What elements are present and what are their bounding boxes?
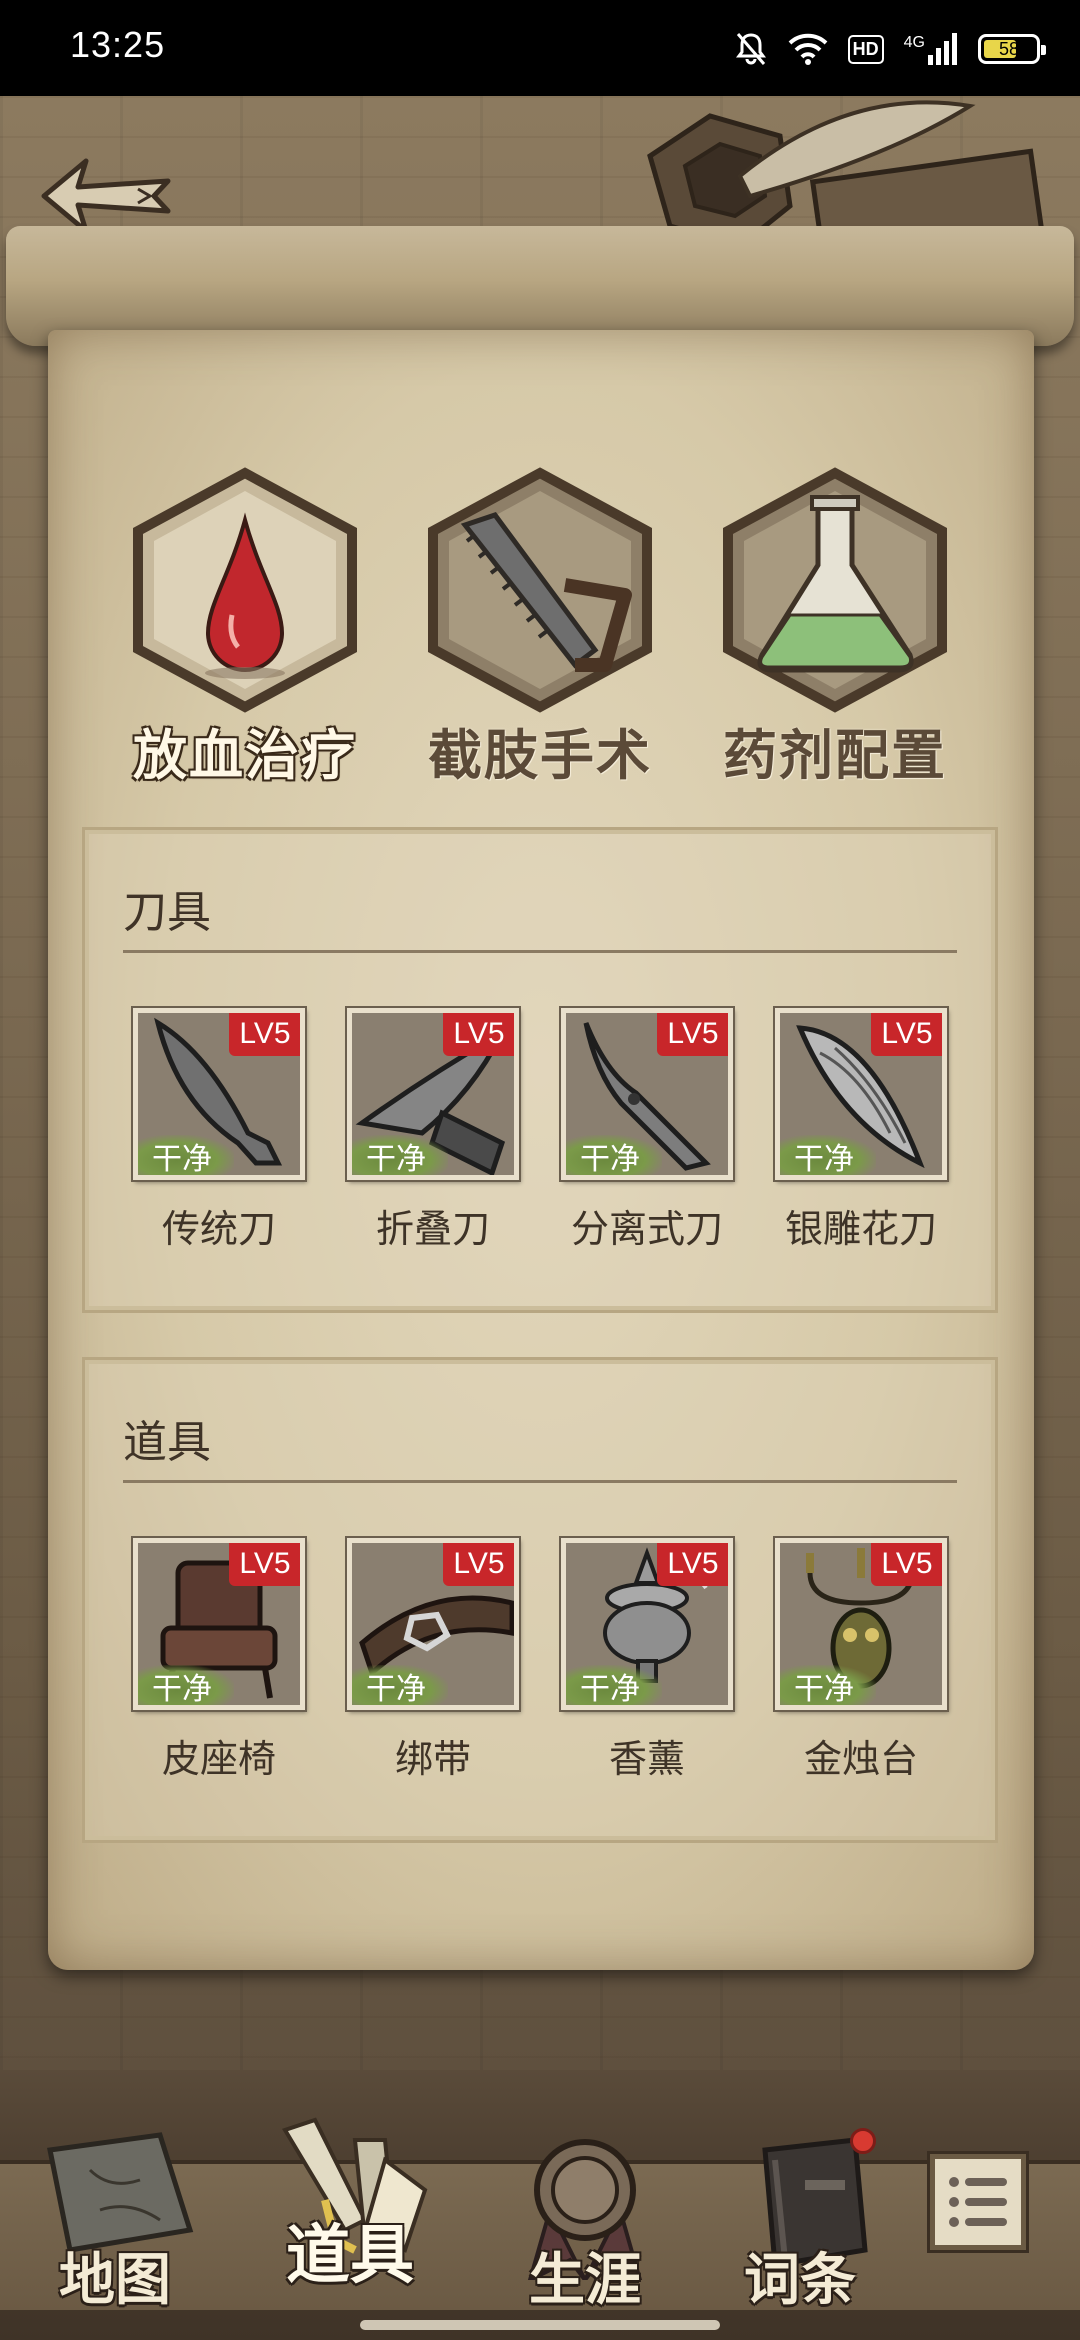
divider [123, 1480, 957, 1483]
item-silver-carved-knife[interactable]: LV5 干净 银雕花刀 [771, 1006, 951, 1253]
item-thumbnail: LV5 干净 [131, 1006, 307, 1182]
network-type: 4G [903, 34, 925, 51]
status-badge: 干净 [352, 1135, 448, 1175]
nav-map[interactable]: 地图 [20, 2130, 210, 2330]
item-name: 分离式刀 [570, 1207, 723, 1251]
item-incense[interactable]: LV5 干净 香薰 [557, 1536, 737, 1783]
panel-title: 刀具 [123, 887, 211, 938]
menu-line [949, 2197, 1007, 2207]
item-gold-candlestick[interactable]: LV5 干净 金烛台 [771, 1536, 951, 1783]
status-badge: 干净 [780, 1665, 876, 1705]
item-name: 金烛台 [803, 1737, 918, 1781]
level-badge: LV5 [871, 1013, 942, 1056]
tab-label: 截肢手术 [428, 724, 652, 787]
status-time: 13:25 [70, 24, 166, 65]
level-badge: LV5 [657, 1543, 728, 1586]
level-badge: LV5 [443, 1543, 514, 1586]
item-name: 香薰 [608, 1737, 685, 1781]
nav-label: 道具 [286, 2219, 414, 2293]
status-badge: 干净 [566, 1135, 662, 1175]
tab-potion[interactable]: 药剂配置 [700, 465, 970, 787]
tab-bloodletting[interactable]: 放血治疗 [110, 465, 380, 787]
item-thumbnail: LV5 干净 [773, 1006, 949, 1182]
item-name: 银雕花刀 [784, 1207, 937, 1251]
level-badge: LV5 [443, 1013, 514, 1056]
nav-tools[interactable]: 道具 [255, 2110, 445, 2310]
item-thumbnail: LV5 干净 [131, 1536, 307, 1712]
nav-label: 地图 [59, 2248, 171, 2313]
item-name: 绑带 [394, 1737, 471, 1781]
status-icons: HD 4G 58 [734, 26, 1046, 72]
battery-level: 58 [998, 38, 1020, 59]
tab-label: 放血治疗 [133, 724, 357, 787]
signal-icon [928, 33, 957, 65]
level-badge: LV5 [871, 1543, 942, 1586]
nav-glossary[interactable]: 词条 [705, 2130, 895, 2330]
nav-label: 词条 [744, 2248, 856, 2313]
item-leather-chair[interactable]: LV5 干净 皮座椅 [129, 1536, 309, 1783]
saw-icon [428, 467, 652, 713]
item-name: 折叠刀 [375, 1207, 490, 1251]
wifi-icon [788, 33, 828, 65]
nav-career[interactable]: 生涯 [490, 2130, 680, 2330]
status-badge: 干净 [566, 1665, 662, 1705]
status-badge: 干净 [780, 1135, 876, 1175]
item-separating-knife[interactable]: LV5 干净 分离式刀 [557, 1006, 737, 1253]
level-badge: LV5 [229, 1543, 300, 1586]
status-bar: 13:25 HD 4G 58 [0, 0, 1080, 96]
divider [123, 950, 957, 953]
home-indicator[interactable] [360, 2320, 720, 2330]
level-badge: LV5 [229, 1013, 300, 1056]
menu-button[interactable] [930, 2154, 1026, 2250]
scroll-roll [6, 226, 1074, 346]
mute-icon [735, 33, 766, 65]
status-badge: 干净 [138, 1665, 234, 1705]
battery-icon: 58 [978, 34, 1046, 64]
tab-label: 药剂配置 [723, 724, 947, 787]
hd-badge: HD [847, 34, 884, 64]
blood-drop-icon [133, 467, 357, 713]
item-thumbnail: LV5 干净 [559, 1536, 735, 1712]
panel-title: 道具 [123, 1417, 211, 1468]
status-badge: 干净 [138, 1135, 234, 1175]
item-traditional-knife[interactable]: LV5 干净 传统刀 [129, 1006, 309, 1253]
item-name: 传统刀 [161, 1207, 276, 1251]
tools-panel: 道具 LV5 干净 皮座椅 LV5 干净 绑带 LV5 干净 香薰 LV5 干净… [82, 1357, 998, 1843]
item-name: 皮座椅 [161, 1737, 276, 1781]
item-folding-knife[interactable]: LV5 干净 折叠刀 [343, 1006, 523, 1253]
category-tabs: 放血治疗 截肢手术 药剂配置 [110, 465, 980, 787]
item-thumbnail: LV5 干净 [559, 1006, 735, 1182]
nav-label: 生涯 [529, 2248, 641, 2313]
item-thumbnail: LV5 干净 [345, 1006, 521, 1182]
item-thumbnail: LV5 干净 [345, 1536, 521, 1712]
item-strap[interactable]: LV5 干净 绑带 [343, 1536, 523, 1783]
notification-dot [850, 2128, 876, 2154]
menu-line [949, 2177, 1007, 2187]
flask-icon [723, 467, 947, 713]
level-badge: LV5 [657, 1013, 728, 1056]
menu-line [949, 2217, 1007, 2227]
item-thumbnail: LV5 干净 [773, 1536, 949, 1712]
tab-amputation[interactable]: 截肢手术 [405, 465, 675, 787]
knives-panel: 刀具 LV5 干净 传统刀 LV5 干净 折叠刀 LV5 干净 分离式刀 LV5… [82, 827, 998, 1313]
status-badge: 干净 [352, 1665, 448, 1705]
